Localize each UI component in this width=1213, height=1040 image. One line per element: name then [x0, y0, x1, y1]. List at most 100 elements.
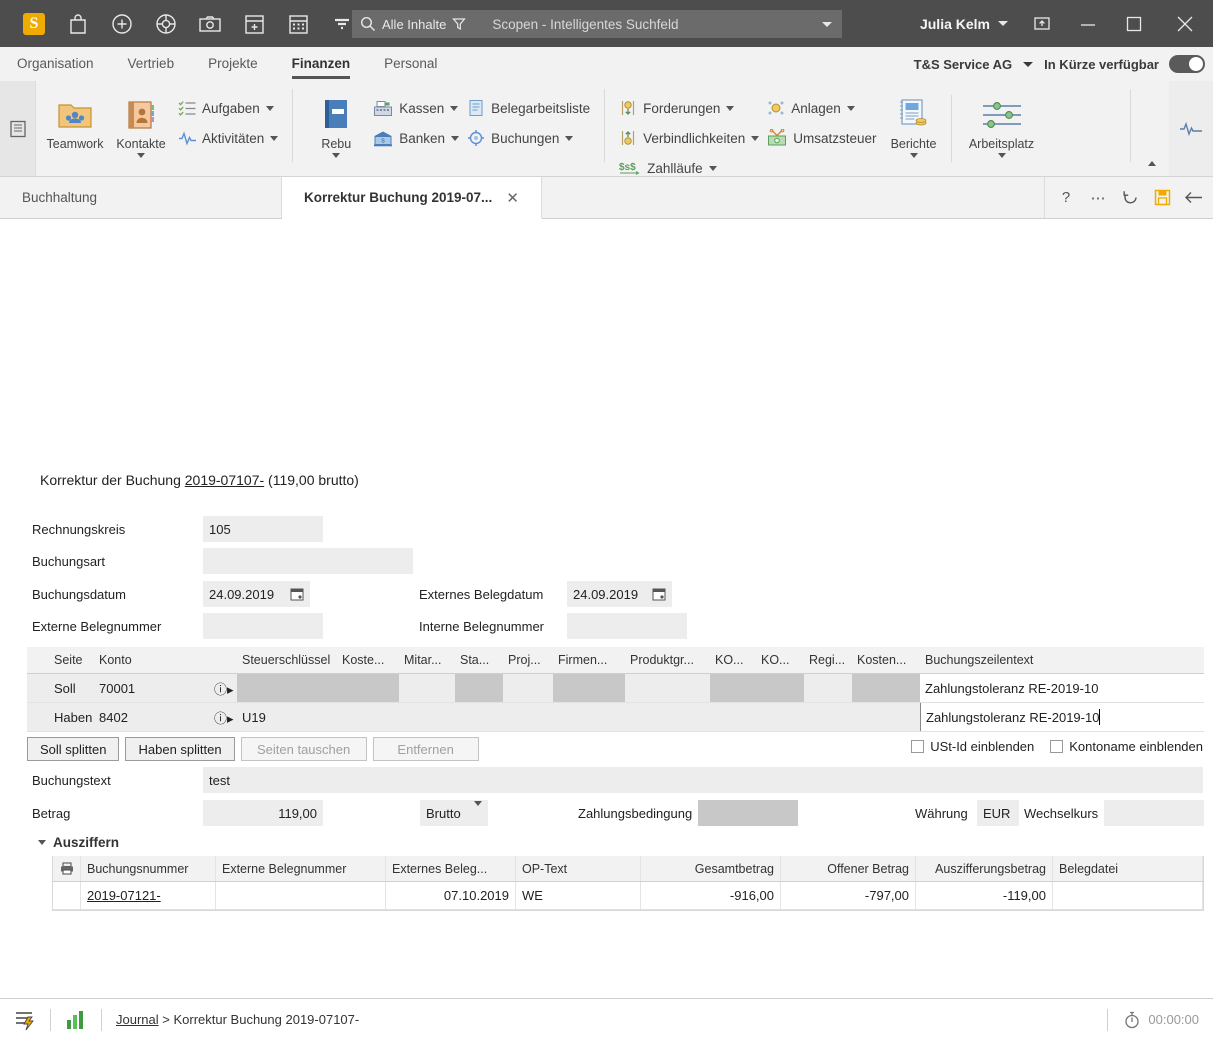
- ribbon-tab-finanzen[interactable]: Finanzen: [275, 47, 368, 81]
- table-row[interactable]: Soll 70001 ⓘ▸ Zahlungstoleranz RE-2019-1…: [27, 674, 1204, 703]
- verbindlichkeiten-dropdown-icon[interactable]: [751, 135, 760, 141]
- global-search-field[interactable]: Alle Inhalte Scopen - Intelligentes Such…: [352, 10, 842, 38]
- buchungsdatum-calendar-icon[interactable]: [290, 587, 304, 601]
- cell-steuerschluessel[interactable]: [237, 674, 337, 702]
- ribbon-tab-organisation[interactable]: Organisation: [0, 47, 111, 81]
- cell-steuerschluessel[interactable]: U19: [237, 703, 337, 731]
- field-buchungsart[interactable]: [203, 548, 413, 574]
- field-buchungsdatum[interactable]: 24.09.2019: [203, 581, 310, 607]
- soll-splitten-button[interactable]: Soll splitten: [27, 737, 120, 761]
- cell-konto[interactable]: 70001: [94, 674, 209, 702]
- cell-buchungszeilentext[interactable]: Zahlungstoleranz RE-2019-10: [920, 674, 1204, 702]
- search-input[interactable]: Scopen - Intelligentes Suchfeld: [492, 17, 820, 32]
- breadcrumb-journal-link[interactable]: Journal: [116, 1012, 159, 1027]
- cell-op-text[interactable]: WE: [516, 882, 641, 909]
- ribbon-tab-personal[interactable]: Personal: [367, 47, 454, 81]
- page-title-booking-link[interactable]: 2019-07107-: [185, 472, 264, 488]
- availability-toggle[interactable]: [1169, 55, 1205, 73]
- aufgaben-dropdown-icon[interactable]: [265, 105, 274, 111]
- ribbon-button-rebu[interactable]: Rebu: [303, 87, 369, 158]
- app-logo-icon[interactable]: S: [12, 0, 56, 47]
- cell-belegdatei[interactable]: [1053, 882, 1203, 909]
- tab-korrektur-buchung[interactable]: Korrektur Buchung 2019-07... ✕: [282, 177, 542, 219]
- save-icon[interactable]: [1147, 183, 1177, 213]
- search-dropdown-icon[interactable]: [820, 19, 834, 29]
- ribbon-button-forderungen[interactable]: Forderungen: [615, 97, 763, 119]
- cell-buchungsnummer[interactable]: 2019-07121-: [81, 882, 216, 909]
- field-zahlungsbedingung[interactable]: [698, 800, 798, 826]
- ribbon-button-buchungen[interactable]: Buchungen: [463, 127, 594, 149]
- konto-info-icon[interactable]: ⓘ▸: [209, 674, 237, 702]
- buchungen-dropdown-icon[interactable]: [565, 135, 574, 141]
- ribbon-collapse-button[interactable]: [1135, 161, 1169, 176]
- calendar-add-icon[interactable]: [232, 0, 276, 47]
- cell-region[interactable]: [804, 674, 852, 702]
- row-selector-cell[interactable]: [27, 703, 49, 731]
- cell-kostenstelle[interactable]: [337, 674, 399, 702]
- shopping-bag-icon[interactable]: [56, 0, 100, 47]
- workflow-icon[interactable]: [14, 1009, 36, 1031]
- cell-konto[interactable]: 8402: [94, 703, 209, 731]
- refresh-icon[interactable]: [1115, 183, 1145, 213]
- field-waehrung[interactable]: EUR: [977, 800, 1019, 826]
- haben-splitten-button[interactable]: Haben splitten: [125, 737, 235, 761]
- ust-id-checkbox-box[interactable]: [911, 740, 925, 753]
- ribbon-button-belegarbeitsliste[interactable]: Belegarbeitsliste: [463, 97, 594, 119]
- zahllaeufe-dropdown-icon[interactable]: [708, 165, 717, 171]
- banken-dropdown-icon[interactable]: [451, 135, 460, 141]
- company-selector-label[interactable]: T&S Service AG: [914, 57, 1013, 72]
- cell-externes-belegdatum[interactable]: 07.10.2019: [386, 882, 516, 909]
- ribbon-button-teamwork[interactable]: Teamwork: [42, 87, 108, 151]
- tab-close-icon[interactable]: ✕: [506, 189, 519, 207]
- field-wechselkurs[interactable]: [1104, 800, 1204, 826]
- user-menu[interactable]: Julia Kelm: [910, 16, 1019, 32]
- kassen-dropdown-icon[interactable]: [450, 105, 459, 111]
- field-interne-belegnummer[interactable]: [567, 613, 687, 639]
- konto-info-icon[interactable]: ⓘ▸: [209, 703, 237, 731]
- close-button[interactable]: [1157, 0, 1213, 47]
- help-icon[interactable]: ?: [1051, 183, 1081, 213]
- cell-buchungszeilentext[interactable]: Zahlungstoleranz RE-2019-10: [920, 703, 1204, 731]
- table-row[interactable]: Haben 8402 ⓘ▸ U19 Zahlungstoleranz RE-20…: [27, 703, 1204, 732]
- rebu-dropdown-icon[interactable]: [332, 153, 341, 158]
- field-betrag-mode[interactable]: Brutto: [420, 800, 488, 826]
- cell-auszifferungsbetrag[interactable]: -119,00: [916, 882, 1053, 909]
- ausziffern-row-selector[interactable]: [53, 882, 81, 909]
- ribbon-button-zahllaeufe[interactable]: $s$ Zahlläufe: [615, 157, 763, 179]
- ribbon-button-umsatzsteuer[interactable]: Umsatzsteuer: [763, 127, 880, 149]
- cell-externe-belegnummer[interactable]: [216, 882, 386, 909]
- ausziffern-collapse-icon[interactable]: [38, 840, 46, 845]
- ribbon-button-anlagen[interactable]: Anlagen: [763, 97, 880, 119]
- camera-icon[interactable]: [188, 0, 232, 47]
- minimize-button[interactable]: [1065, 0, 1111, 47]
- plus-circle-icon[interactable]: [100, 0, 144, 47]
- cell-kostentraeger[interactable]: [852, 674, 920, 702]
- table-row[interactable]: 2019-07121- 07.10.2019 WE -916,00 -797,0…: [53, 882, 1203, 910]
- kontoname-einblenden-checkbox[interactable]: Kontoname einblenden: [1050, 739, 1203, 754]
- berichte-dropdown-icon[interactable]: [909, 153, 918, 158]
- statistics-icon[interactable]: [65, 1010, 87, 1030]
- company-chevron-down-icon[interactable]: [1022, 60, 1034, 69]
- cell-status[interactable]: [455, 674, 503, 702]
- row-selector-cell[interactable]: [27, 674, 49, 702]
- ribbon-button-kassen[interactable]: Kassen: [369, 97, 463, 119]
- cell-seite[interactable]: Haben: [49, 703, 94, 731]
- ribbon-button-banken[interactable]: s Banken: [369, 127, 463, 149]
- cell-mitarbeiter[interactable]: [399, 703, 455, 731]
- kontoname-checkbox-box[interactable]: [1050, 740, 1064, 753]
- betrag-mode-chevron-down-icon[interactable]: [474, 800, 482, 821]
- cell-mitarbeiter[interactable]: [399, 674, 455, 702]
- ribbon-panel-launcher-icon[interactable]: [0, 81, 36, 176]
- cell-ko2[interactable]: [756, 674, 804, 702]
- anlagen-dropdown-icon[interactable]: [846, 105, 855, 111]
- field-rechnungskreis[interactable]: 105: [203, 516, 323, 542]
- cell-region[interactable]: [804, 703, 852, 731]
- cell-produktgruppe[interactable]: [625, 703, 710, 731]
- kontakte-dropdown-icon[interactable]: [137, 153, 145, 158]
- back-arrow-icon[interactable]: [1179, 183, 1209, 213]
- ribbon-button-kontakte[interactable]: Kontakte: [108, 87, 174, 158]
- ribbon-tab-vertrieb[interactable]: Vertrieb: [111, 47, 192, 81]
- forderungen-dropdown-icon[interactable]: [726, 105, 735, 111]
- ust-id-einblenden-checkbox[interactable]: USt-Id einblenden: [911, 739, 1034, 754]
- search-scope-label[interactable]: Alle Inhalte: [382, 17, 446, 32]
